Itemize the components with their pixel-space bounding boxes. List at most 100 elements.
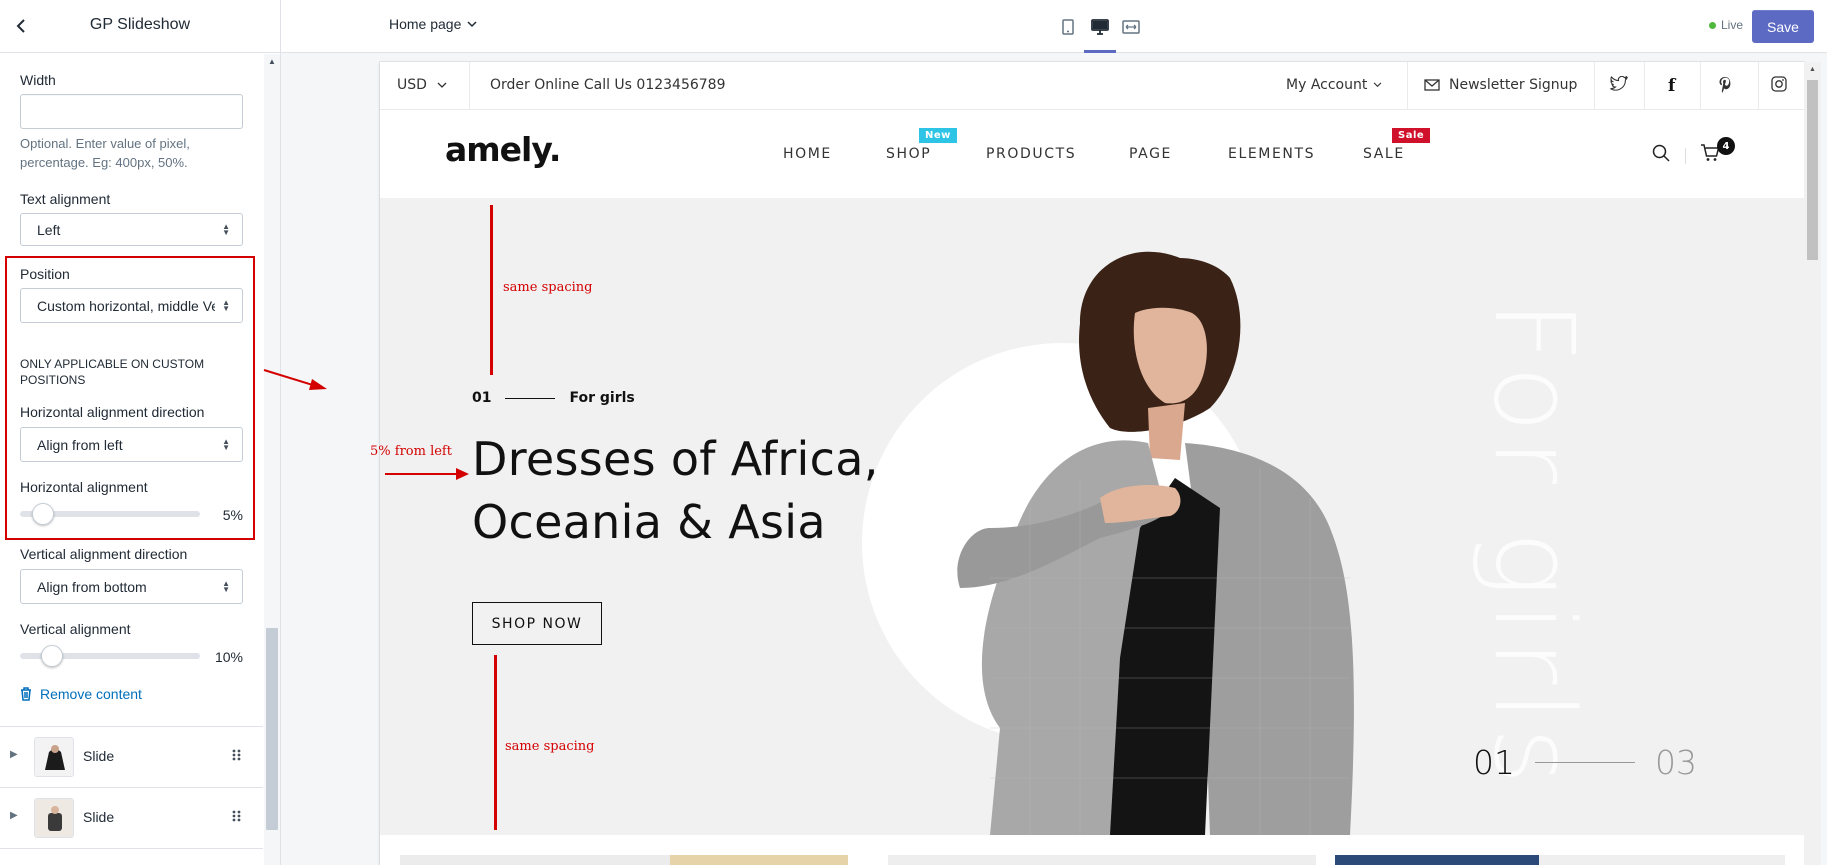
nav-sale[interactable]: SALE	[1363, 146, 1405, 162]
back-button[interactable]	[8, 13, 34, 39]
divider	[1535, 762, 1635, 763]
position-select[interactable]: Custom horizontal, middle Vertical ▲▼	[20, 288, 243, 323]
divider	[1758, 62, 1759, 110]
save-button[interactable]: Save	[1752, 10, 1814, 43]
desktop-icon	[1091, 19, 1109, 35]
chevron-down-icon	[437, 82, 447, 88]
nav-home[interactable]: HOME	[783, 146, 832, 162]
envelope-icon	[1424, 79, 1440, 91]
section-settings-sidebar: GP Slideshow Width Optional. Enter value…	[0, 0, 281, 865]
nav-products[interactable]: PRODUCTS	[986, 146, 1076, 162]
width-label: Width	[20, 72, 56, 88]
desktop-view-button[interactable]	[1087, 14, 1113, 40]
currency-selector[interactable]: USD	[397, 77, 447, 93]
divider	[469, 62, 470, 110]
text-alignment-label: Text alignment	[20, 191, 111, 207]
pager-current: 01	[1473, 743, 1515, 782]
text-alignment-select[interactable]: Left ▲ ▼	[20, 213, 243, 246]
preview-scrollbar-thumb[interactable]	[1807, 80, 1818, 260]
select-arrows-icon: ▲ ▼	[222, 578, 230, 594]
twitter-link[interactable]	[1610, 75, 1632, 94]
new-badge: New	[919, 128, 957, 143]
search-button[interactable]	[1652, 144, 1672, 164]
chevron-down-icon	[467, 20, 477, 27]
scroll-up-arrow-icon[interactable]: ▲	[266, 58, 278, 66]
trash-icon	[21, 687, 31, 701]
annotation-arrow	[385, 468, 469, 480]
slide-pager: 01 03	[1473, 743, 1697, 782]
pager-total: 03	[1655, 743, 1697, 782]
my-account-label: My Account	[1286, 77, 1368, 93]
select-arrows-icon: ▲ ▼	[222, 221, 230, 237]
newsletter-link[interactable]: Newsletter Signup	[1424, 77, 1577, 93]
text-alignment-value: Left	[37, 221, 61, 238]
my-account-menu[interactable]: My Account	[1286, 77, 1382, 93]
horizontal-direction-label: Horizontal alignment direction	[20, 404, 205, 420]
fullwidth-view-button[interactable]	[1118, 14, 1144, 40]
facebook-icon: f	[1668, 76, 1676, 96]
fullwidth-icon	[1122, 20, 1140, 34]
cart-count-badge: 4	[1717, 137, 1735, 155]
vertical-direction-select[interactable]: Align from bottom ▲ ▼	[20, 569, 243, 604]
mobile-view-button[interactable]	[1055, 14, 1081, 40]
annotation-arrow	[263, 369, 327, 390]
position-value: Custom horizontal, middle Vertical	[37, 297, 215, 314]
nav-elements[interactable]: ELEMENTS	[1228, 146, 1315, 162]
store-logo[interactable]: amely.	[445, 130, 561, 169]
vertical-alignment-slider-thumb[interactable]	[41, 645, 63, 667]
facebook-link[interactable]: f	[1668, 76, 1684, 96]
remove-content-label: Remove content	[40, 686, 142, 702]
product-card-image	[670, 855, 848, 865]
chevron-left-icon	[16, 19, 25, 33]
twitter-icon	[1610, 75, 1629, 91]
mobile-icon	[1062, 19, 1074, 35]
theme-editor: GP Slideshow Width Optional. Enter value…	[0, 0, 1827, 865]
width-input[interactable]	[20, 94, 243, 129]
caret-right-icon[interactable]: ▶	[10, 749, 18, 760]
divider	[1685, 148, 1686, 164]
vertical-direction-label: Vertical alignment direction	[20, 546, 188, 562]
annotation-top-spacing: same spacing	[503, 280, 593, 295]
pinterest-link[interactable]	[1718, 76, 1736, 94]
select-arrows-icon: ▲ ▼	[222, 436, 230, 452]
remove-content-button[interactable]: Remove content	[20, 686, 142, 702]
live-dot-icon	[1709, 21, 1716, 29]
caret-right-icon[interactable]: ▶	[10, 810, 18, 821]
shop-now-button[interactable]: SHOP NOW	[472, 602, 602, 645]
product-card[interactable]	[888, 855, 1316, 865]
custom-positions-note: ONLY APPLICABLE ON CUSTOM POSITIONS	[20, 357, 205, 387]
instagram-link[interactable]	[1771, 76, 1789, 94]
live-status-label: Live	[1721, 18, 1744, 32]
vertical-alignment-label: Vertical alignment	[20, 621, 131, 637]
drag-handle-icon[interactable]	[231, 808, 243, 824]
divider	[505, 397, 556, 399]
width-help-text: Optional. Enter value of pixel, percenta…	[20, 136, 190, 170]
divider	[0, 848, 263, 849]
sidebar-scrollbar-thumb[interactable]	[266, 628, 278, 830]
newsletter-label: Newsletter Signup	[1449, 77, 1578, 93]
horizontal-direction-select[interactable]: Align from left ▲ ▼	[20, 427, 243, 462]
slide-item[interactable]: ▶ Slide	[0, 787, 263, 848]
slide-item[interactable]: ▶ Slide	[0, 726, 263, 787]
nav-shop[interactable]: SHOP	[886, 146, 931, 162]
slide-thumbnail	[34, 798, 74, 838]
sidebar-title: GP Slideshow	[89, 16, 191, 33]
drag-handle-icon[interactable]	[231, 747, 243, 763]
page-selector[interactable]: Home page	[389, 16, 477, 32]
scroll-up-arrow-icon[interactable]: ▲	[1807, 66, 1818, 74]
editor-topbar	[281, 0, 1827, 53]
nav-page[interactable]: PAGE	[1129, 146, 1172, 162]
product-card-image	[1335, 855, 1539, 865]
page-selector-label: Home page	[389, 16, 462, 32]
slide-label: Slide	[83, 748, 115, 764]
select-arrows-icon: ▲ ▼	[222, 297, 230, 313]
horizontal-direction-value: Align from left	[37, 436, 123, 453]
horizontal-alignment-slider-thumb[interactable]	[32, 503, 54, 525]
live-status: Live	[1709, 18, 1743, 32]
divider	[1594, 62, 1595, 110]
slide-subtitle: For girls	[569, 390, 635, 406]
sidebar-header: GP Slideshow	[0, 0, 280, 53]
instagram-icon	[1771, 76, 1787, 92]
horizontal-alignment-value: 5%	[222, 507, 243, 523]
vertical-direction-value: Align from bottom	[37, 578, 147, 595]
